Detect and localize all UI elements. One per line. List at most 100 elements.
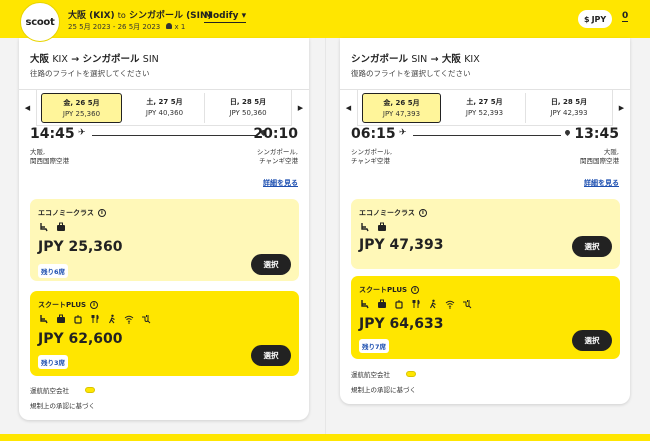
wifi-icon	[123, 313, 135, 324]
fare-name: エコノミークラス	[38, 209, 94, 217]
departure-city: 大阪,	[30, 148, 46, 156]
bottom-stripe	[0, 434, 650, 441]
cabin-bag-icon	[393, 298, 405, 309]
date-option[interactable]: 日, 28 5月 JPY 50,360	[207, 93, 289, 123]
scoot-plus-fare-card[interactable]: スクートPLUS i JPY 64,633 残り7席 選択	[351, 276, 620, 359]
details-link[interactable]: 詳細を見る	[584, 178, 619, 188]
cart-count[interactable]: 0	[622, 11, 629, 22]
operating-airline: 運航航空会社	[30, 385, 95, 395]
departure-city: シンガポール,	[351, 148, 393, 156]
date-price: JPY 50,360	[229, 109, 267, 117]
seats-left-badge: 残り6席	[38, 264, 69, 278]
seat-icon	[38, 313, 50, 324]
fare-name: エコノミークラス	[359, 209, 415, 217]
seat-icon	[359, 221, 371, 232]
chevron-left-icon: ◀	[24, 104, 31, 112]
outbound-subtitle: 往路のフライトを選択してください	[30, 69, 150, 78]
outbound-title: 大阪 KIX → シンガポール SIN	[30, 51, 159, 65]
fare-price: JPY 64,633	[359, 316, 444, 332]
route-subtitle: 25 5月 2023 - 26 5月 2023 x 1	[68, 22, 185, 32]
baggage-icon	[376, 298, 388, 309]
date-option[interactable]: 土, 27 5月 JPY 40,360	[125, 93, 205, 123]
title-to: シンガポール	[82, 54, 140, 65]
scoot-logo[interactable]: scoot	[20, 2, 60, 42]
power-icon	[461, 298, 473, 309]
passenger-count: x 1	[166, 23, 185, 31]
date-option-selected[interactable]: 金, 26 5月 JPY 25,360	[41, 93, 122, 123]
select-button[interactable]: 選択	[251, 254, 291, 275]
date-label: 土, 27 5月	[466, 98, 503, 106]
currency-selector[interactable]: $ JPY	[578, 10, 613, 28]
date-label: 金, 26 5月	[63, 99, 100, 107]
passenger-count-text: x 1	[174, 23, 186, 31]
baggage-icon	[376, 221, 388, 232]
date-price: JPY 42,393	[550, 109, 588, 117]
date-option[interactable]: 土, 27 5月 JPY 52,393	[444, 93, 526, 123]
info-icon[interactable]: i	[90, 301, 99, 309]
arrival-city: シンガポール,	[256, 148, 298, 156]
info-icon[interactable]: i	[411, 286, 420, 294]
title-to-code: SIN	[142, 54, 159, 65]
prev-date-button[interactable]: ◀	[340, 90, 358, 126]
info-icon[interactable]: i	[418, 209, 427, 217]
fare-name: スクートPLUS	[38, 301, 87, 309]
next-date-button[interactable]: ▶	[612, 90, 630, 126]
title-from-code: KIX	[52, 54, 68, 65]
operator-label: 運航航空会社	[30, 387, 69, 395]
baggage-icon	[55, 221, 67, 232]
location-pin-icon	[563, 128, 572, 137]
select-button[interactable]: 選択	[572, 236, 612, 257]
fare-title: エコノミークラス i	[38, 208, 106, 218]
arrival-airport: シンガポール, チャンギ空港	[257, 148, 298, 166]
meal-icon	[89, 313, 101, 324]
scoot-plus-fare-card[interactable]: スクートPLUS i JPY 62,600 残り3席 選択	[30, 291, 299, 376]
amenities	[38, 313, 152, 324]
fare-price: JPY 62,600	[38, 331, 123, 347]
arrival-airport-name: 関西国際空港	[580, 157, 619, 165]
amenities	[359, 221, 388, 232]
operating-airline: 運航航空会社	[351, 369, 416, 379]
route-line	[92, 135, 256, 136]
inbound-subtitle: 復路のフライトを選択してください	[351, 69, 471, 78]
next-date-button[interactable]: ▶	[291, 90, 309, 126]
plane-icon: ✈	[78, 128, 86, 138]
priority-boarding-icon	[427, 298, 439, 309]
route-line	[413, 135, 561, 136]
date-price: JPY 52,393	[465, 109, 504, 117]
date-strip: ◀ 金, 26 5月 JPY 47,393 土, 27 5月 JPY 52,39…	[340, 89, 630, 126]
currency-code: JPY	[591, 14, 607, 24]
info-icon[interactable]: i	[97, 209, 106, 217]
amenities	[359, 298, 473, 309]
date-option[interactable]: 日, 28 5月 JPY 42,393	[528, 93, 610, 123]
details-link[interactable]: 詳細を見る	[263, 178, 298, 188]
arrow-right-icon: →	[71, 54, 80, 65]
fare-price: JPY 47,393	[359, 237, 444, 253]
operator-label: 運航航空会社	[351, 371, 390, 379]
prev-date-button[interactable]: ◀	[19, 90, 37, 126]
currency-symbol-icon: $	[584, 14, 590, 24]
amenities	[38, 221, 67, 232]
person-icon	[166, 23, 173, 29]
select-button[interactable]: 選択	[572, 330, 612, 351]
date-price: JPY 40,360	[145, 109, 184, 117]
cabin-bag-icon	[72, 313, 84, 324]
date-label: 日, 28 5月	[229, 98, 267, 106]
arrival-airport: 大阪, 関西国際空港	[580, 148, 619, 166]
departure-airport: シンガポール, チャンギ空港	[351, 148, 392, 166]
economy-fare-card[interactable]: エコノミークラス i JPY 25,360 残り6席 選択	[30, 199, 299, 281]
wifi-icon	[444, 298, 456, 309]
seats-left-badge: 残り3席	[38, 355, 69, 369]
fare-title: エコノミークラス i	[359, 208, 427, 218]
departure-airport-name: チャンギ空港	[351, 157, 390, 165]
arrival-city: 大阪,	[603, 148, 619, 156]
inbound-panel: シンガポール SIN → 大阪 KIX 復路のフライトを選択してください ◀ 金…	[340, 38, 630, 404]
date-option-selected[interactable]: 金, 26 5月 JPY 47,393	[362, 93, 441, 123]
arrival-airport-name: チャンギ空港	[259, 157, 298, 165]
modify-label: Modify	[204, 11, 239, 21]
economy-fare-card[interactable]: エコノミークラス i JPY 47,393 選択	[351, 199, 620, 269]
modify-button[interactable]: Modify ▾	[204, 11, 247, 23]
chevron-down-icon: ▾	[241, 11, 247, 21]
fare-name: スクートPLUS	[359, 286, 408, 294]
select-button[interactable]: 選択	[251, 345, 291, 366]
chevron-right-icon: ▶	[297, 104, 304, 112]
